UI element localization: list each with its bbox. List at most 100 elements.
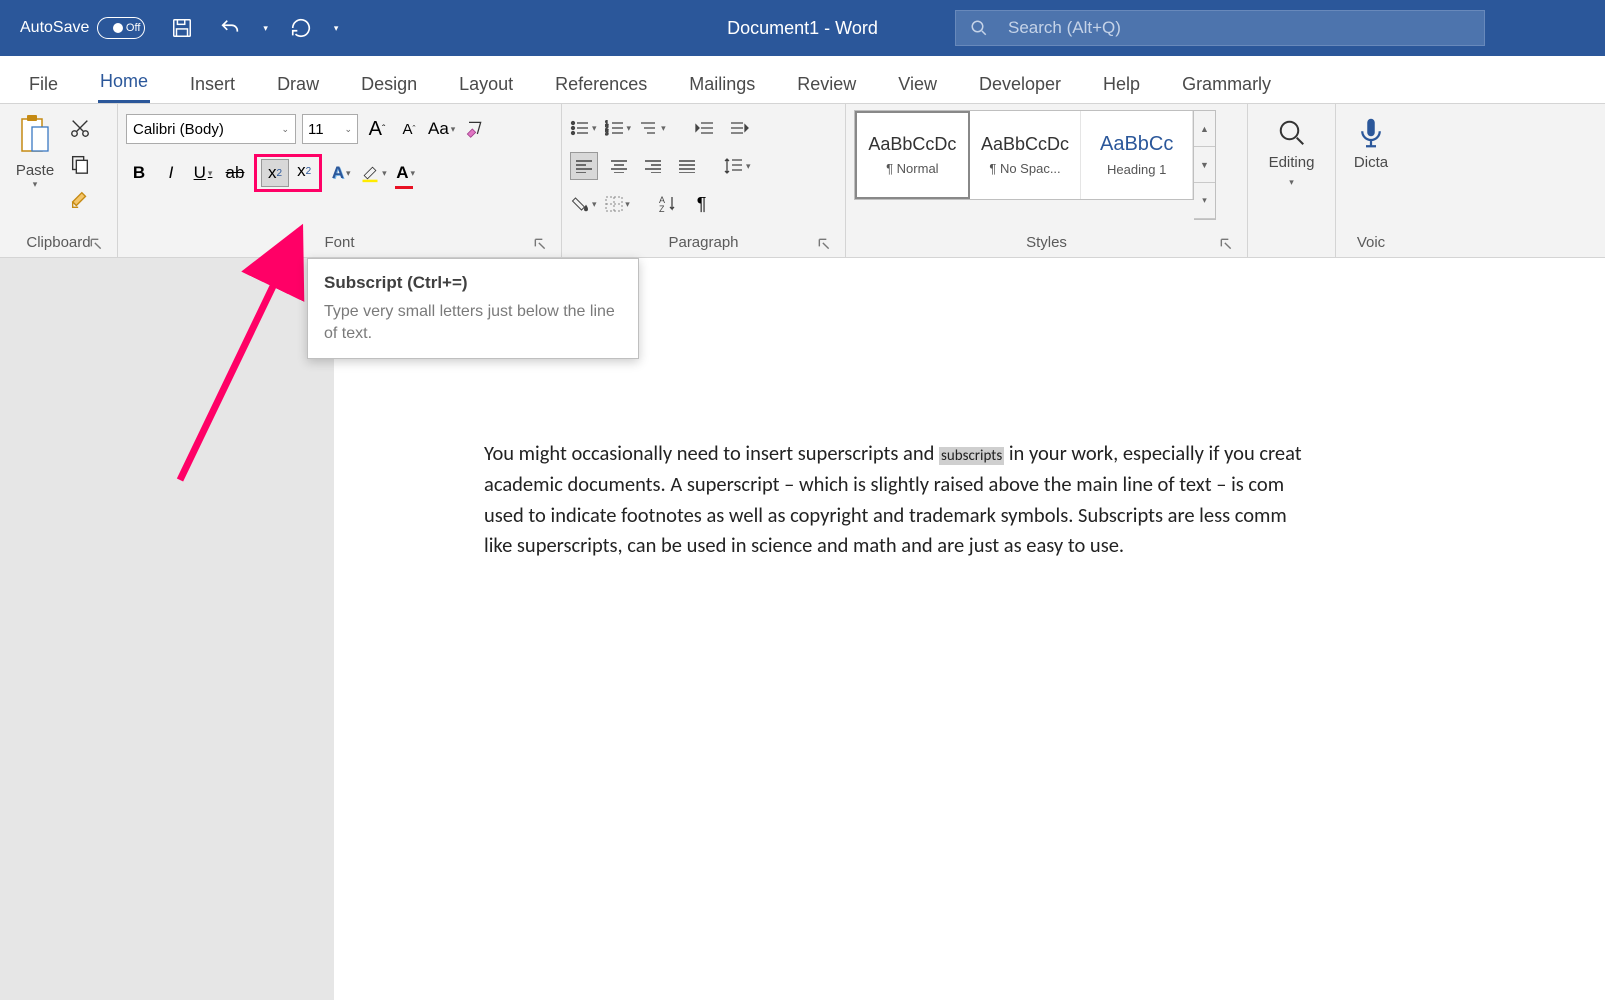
borders-button[interactable]: ▾ (605, 190, 631, 218)
style-name: ¶ No Spac... (989, 161, 1060, 176)
tab-home[interactable]: Home (98, 61, 150, 103)
style-preview: AaBbCcDc (981, 134, 1069, 155)
tab-grammarly[interactable]: Grammarly (1180, 64, 1273, 103)
shading-button[interactable]: ▾ (570, 190, 597, 218)
paste-button[interactable] (13, 110, 57, 160)
styles-expand[interactable]: ▾ (1194, 183, 1215, 219)
styles-label: Styles (1026, 234, 1067, 251)
align-right-button[interactable] (640, 152, 666, 180)
font-color-button[interactable]: A▾ (393, 159, 419, 187)
dictate-label: Dicta (1354, 154, 1388, 171)
style-name: Heading 1 (1107, 162, 1166, 177)
font-family-value: Calibri (Body) (133, 121, 224, 138)
group-styles: AaBbCcDc ¶ Normal AaBbCcDc ¶ No Spac... … (846, 104, 1248, 257)
text-span: used to indicate footnotes as well as co… (484, 502, 1287, 528)
format-painter-button[interactable] (66, 186, 94, 214)
subscript-button[interactable]: x2 (261, 159, 289, 187)
undo-dropdown[interactable]: ▾ (263, 23, 268, 34)
style-nospacing[interactable]: AaBbCcDc ¶ No Spac... (970, 111, 1082, 199)
tooltip-title: Subscript (Ctrl+=) (324, 273, 622, 293)
page-gutter (0, 258, 334, 1000)
save-button[interactable] (167, 13, 197, 43)
redo-button[interactable] (286, 13, 316, 43)
paragraph-launcher[interactable] (817, 237, 831, 251)
text-span: academic documents. A superscript – whic… (484, 471, 1284, 497)
superscript-button[interactable]: x2 (291, 157, 317, 185)
styles-scroll-down[interactable]: ▼ (1194, 147, 1215, 183)
font-label: Font (324, 234, 354, 251)
text-effects-button[interactable]: A▾ (328, 159, 354, 187)
tab-review[interactable]: Review (795, 64, 858, 103)
undo-button[interactable] (215, 13, 245, 43)
group-clipboard: Paste ▾ Clipboard (0, 104, 118, 257)
font-launcher[interactable] (533, 237, 547, 251)
editing-dropdown[interactable]: ▾ (1289, 177, 1294, 188)
change-case-button[interactable]: Aa▾ (428, 115, 455, 143)
style-preview: AaBbCc (1100, 133, 1173, 156)
group-paragraph: ▾ 123▾ ▾ ▾ ▾ ▾ AZ ¶ (562, 104, 846, 257)
multilevel-list-button[interactable]: ▾ (639, 114, 666, 142)
paste-label: Paste (16, 162, 54, 179)
style-normal[interactable]: AaBbCcDc ¶ Normal (855, 111, 970, 199)
tab-view[interactable]: View (896, 64, 939, 103)
svg-text:Z: Z (659, 204, 665, 213)
tab-mailings[interactable]: Mailings (687, 64, 757, 103)
style-heading1[interactable]: AaBbCc Heading 1 (1081, 111, 1193, 199)
sort-button[interactable]: AZ (655, 190, 681, 218)
tab-help[interactable]: Help (1101, 64, 1142, 103)
align-center-button[interactable] (606, 152, 632, 180)
autosave-toggle[interactable]: AutoSave Off (20, 17, 145, 39)
clear-formatting-button[interactable] (461, 115, 487, 143)
show-marks-button[interactable]: ¶ (689, 190, 715, 218)
styles-scroll-up[interactable]: ▲ (1194, 111, 1215, 147)
tab-insert[interactable]: Insert (188, 64, 237, 103)
line-spacing-button[interactable]: ▾ (724, 152, 751, 180)
autosave-switch[interactable]: Off (97, 17, 145, 39)
search-box[interactable]: Search (Alt+Q) (955, 10, 1485, 46)
tooltip-subscript: Subscript (Ctrl+=) Type very small lette… (307, 258, 639, 359)
align-left-button[interactable] (570, 152, 598, 180)
styles-gallery[interactable]: AaBbCcDc ¶ Normal AaBbCcDc ¶ No Spac... … (854, 110, 1194, 200)
increase-indent-button[interactable] (726, 114, 752, 142)
tab-layout[interactable]: Layout (457, 64, 515, 103)
font-size-select[interactable]: 11⌄ (302, 114, 358, 144)
highlight-button[interactable]: ▾ (360, 159, 387, 187)
tab-draw[interactable]: Draw (275, 64, 321, 103)
bullets-button[interactable]: ▾ (570, 114, 597, 142)
grow-font-button[interactable]: Aˆ (364, 115, 390, 143)
ribbon-tabs: File Home Insert Draw Design Layout Refe… (0, 56, 1605, 104)
style-name: ¶ Normal (886, 161, 939, 176)
clipboard-launcher[interactable] (89, 237, 103, 251)
cut-button[interactable] (66, 114, 94, 142)
numbering-button[interactable]: 123▾ (605, 114, 632, 142)
tab-developer[interactable]: Developer (977, 64, 1063, 103)
ribbon: Paste ▾ Clipboard Calibri (Body)⌄ 11⌄ Aˆ… (0, 104, 1605, 258)
find-button[interactable] (1277, 118, 1307, 148)
subscript-superscript-highlight: x2 x2 (254, 154, 322, 192)
styles-scroll[interactable]: ▲ ▼ ▾ (1194, 110, 1216, 220)
paste-dropdown[interactable]: ▾ (33, 179, 38, 190)
dictate-button[interactable] (1356, 116, 1386, 154)
document-page[interactable]: You might occasionally need to insert su… (334, 258, 1605, 1000)
group-font: Calibri (Body)⌄ 11⌄ Aˆ Aˆ Aa▾ B I U▾ ab … (118, 104, 562, 257)
tab-design[interactable]: Design (359, 64, 419, 103)
tab-file[interactable]: File (27, 64, 60, 103)
decrease-indent-button[interactable] (692, 114, 718, 142)
copy-button[interactable] (66, 150, 94, 178)
document-body[interactable]: You might occasionally need to insert su… (484, 438, 1605, 561)
shrink-font-button[interactable]: Aˆ (396, 115, 422, 143)
strikethrough-button[interactable]: ab (222, 159, 248, 187)
styles-launcher[interactable] (1219, 237, 1233, 251)
toggle-knob (113, 23, 123, 33)
font-size-value: 11 (308, 121, 324, 138)
bold-button[interactable]: B (126, 159, 152, 187)
editing-label: Editing (1269, 154, 1315, 171)
font-family-select[interactable]: Calibri (Body)⌄ (126, 114, 296, 144)
underline-button[interactable]: U▾ (190, 159, 216, 187)
tab-references[interactable]: References (553, 64, 649, 103)
qat-customize-dropdown[interactable]: ▾ (334, 23, 339, 34)
autosave-state: Off (126, 22, 140, 34)
group-editing: Editing ▾ (1248, 104, 1336, 257)
italic-button[interactable]: I (158, 159, 184, 187)
justify-button[interactable] (674, 152, 700, 180)
